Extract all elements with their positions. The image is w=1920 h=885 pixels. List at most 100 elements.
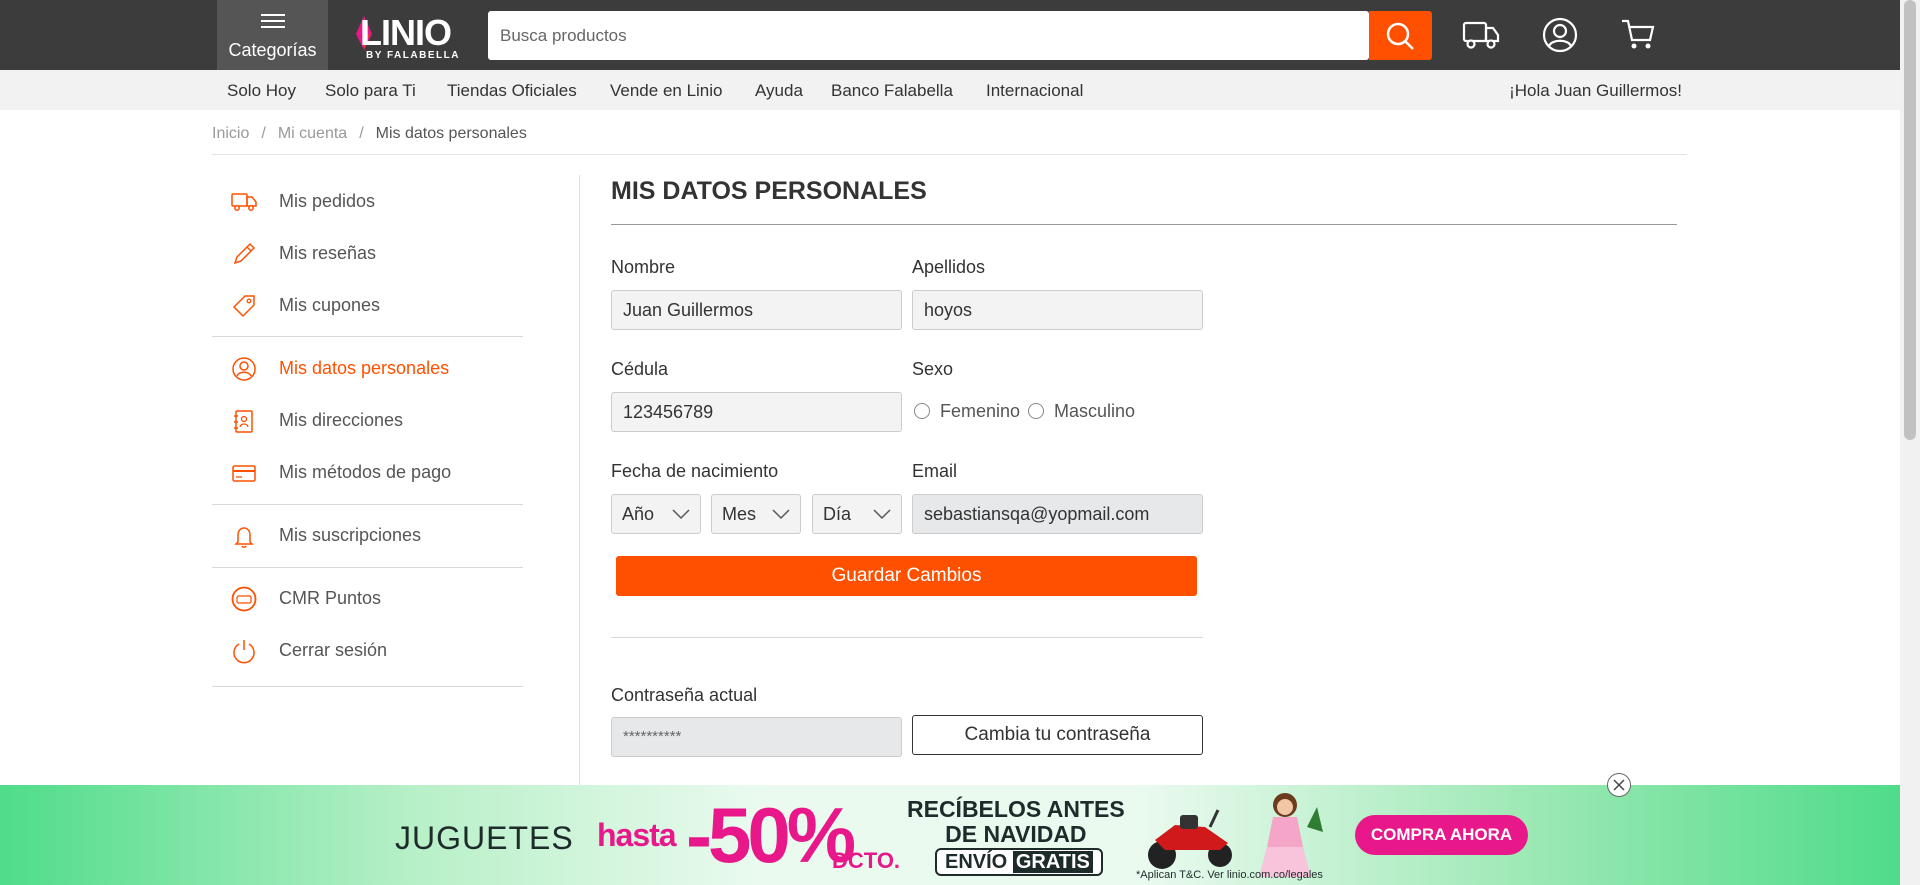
- banner-close-button[interactable]: [1607, 773, 1631, 797]
- nombre-field[interactable]: Juan Guillermos: [611, 290, 902, 330]
- cart-icon[interactable]: [1620, 16, 1656, 52]
- radio-femenino[interactable]: Femenino: [914, 401, 1020, 422]
- banner-percent: -50%: [686, 791, 856, 879]
- user-icon: [232, 357, 256, 381]
- sidebar-item-label: Mis suscripciones: [279, 525, 422, 545]
- radio-circle: [1028, 403, 1044, 419]
- sidebar-item-metodos-pago[interactable]: Mis métodos de pago: [230, 457, 530, 487]
- breadcrumb-separator: /: [359, 125, 364, 142]
- radio-femenino-label: Femenino: [940, 401, 1021, 421]
- banner-cta-button[interactable]: COMPRA AHORA: [1355, 815, 1528, 855]
- close-icon: [1613, 779, 1625, 791]
- nav-tiendas-oficiales[interactable]: Tiendas Oficiales: [447, 81, 577, 101]
- sidebar-item-cerrar-sesion[interactable]: Cerrar sesión: [230, 635, 530, 665]
- search-button[interactable]: [1369, 11, 1432, 60]
- password-label: Contraseña actual: [611, 685, 758, 705]
- sidebar-divider: [212, 686, 523, 687]
- page-title: MIS DATOS PERSONALES: [611, 177, 927, 205]
- cedula-label: Cédula: [611, 359, 669, 379]
- form-divider: [611, 637, 1203, 638]
- nav-ayuda[interactable]: Ayuda: [755, 81, 803, 101]
- search-input[interactable]: [488, 11, 1368, 60]
- day-select-value: Día: [823, 504, 852, 524]
- sidebar-item-suscripciones[interactable]: Mis suscripciones: [230, 520, 530, 550]
- month-select[interactable]: Mes: [711, 494, 801, 534]
- nav-banco-falabella[interactable]: Banco Falabella: [831, 81, 953, 101]
- sidebar-item-label: Mis cupones: [279, 295, 381, 315]
- sidebar-item-direcciones[interactable]: Mis direcciones: [230, 405, 530, 435]
- sidebar-item-cmr-puntos[interactable]: CMR Puntos: [230, 583, 530, 613]
- banner-dcto: DCTO.: [832, 848, 901, 873]
- sidebar-item-datos-personales[interactable]: Mis datos personales: [230, 353, 530, 383]
- cmr-icon: [231, 586, 257, 612]
- sidebar-divider: [212, 504, 523, 505]
- categories-label: Categorías: [228, 40, 317, 60]
- sidebar-item-pedidos[interactable]: Mis pedidos: [230, 186, 530, 216]
- nav-internacional[interactable]: Internacional: [986, 81, 1083, 101]
- email-label: Email: [912, 461, 958, 481]
- sidebar-item-label: Mis pedidos: [279, 191, 376, 211]
- breadcrumb-inicio[interactable]: Inicio: [212, 125, 249, 143]
- user-greeting[interactable]: ¡Hola Juan Guillermos!: [1509, 81, 1682, 101]
- pencil-icon: [233, 242, 256, 265]
- sidebar-item-resenas[interactable]: Mis reseñas: [230, 238, 530, 268]
- apellidos-label: Apellidos: [912, 257, 986, 277]
- banner-envio-gratis: ENVÍO GRATIS: [935, 848, 1103, 876]
- radio-masculino[interactable]: Masculino: [1028, 401, 1135, 422]
- nombre-label: Nombre: [611, 257, 676, 277]
- nav-bar: Solo Hoy Solo para Ti Tiendas Oficiales …: [0, 70, 1900, 110]
- banner-recibelos-line1: RECÍBELOS ANTES: [907, 796, 1125, 822]
- sidebar-item-label: Mis métodos de pago: [279, 462, 452, 482]
- categories-button[interactable]: Categorías: [217, 0, 328, 70]
- nav-solo-hoy[interactable]: Solo Hoy: [227, 81, 296, 101]
- breadcrumb-divider: [212, 154, 1687, 155]
- radio-masculino-label: Masculino: [1054, 401, 1136, 421]
- promo-banner[interactable]: JUGUETES hasta -50% DCTO. RECÍBELOS ANTE…: [0, 785, 1900, 885]
- sidebar-divider: [212, 567, 523, 568]
- banner-recibelos: RECÍBELOS ANTES DE NAVIDAD: [907, 797, 1125, 847]
- change-password-button[interactable]: Cambia tu contraseña: [912, 715, 1203, 755]
- address-book-icon: [234, 410, 253, 433]
- nav-vende-en-linio[interactable]: Vende en Linio: [610, 81, 723, 101]
- radio-circle: [914, 403, 930, 419]
- logo-subtext: BY FALABELLA: [366, 50, 460, 61]
- banner-recibelos-line2: DE NAVIDAD: [945, 821, 1087, 847]
- breadcrumb-separator: /: [261, 125, 266, 142]
- month-select-value: Mes: [722, 504, 757, 524]
- chevron-down-icon: [772, 509, 790, 520]
- search-icon: [1386, 22, 1414, 50]
- sidebar-item-cupones[interactable]: Mis cupones: [230, 290, 530, 320]
- cedula-field[interactable]: 123456789: [611, 392, 902, 432]
- apellidos-field[interactable]: hoyos: [912, 290, 1203, 330]
- breadcrumb: Inicio / Mi cuenta / Mis datos personales: [212, 125, 527, 143]
- sidebar-item-label: CMR Puntos: [279, 588, 382, 608]
- top-header: Categorías LINIO BY FALABELLA: [0, 0, 1900, 70]
- year-select[interactable]: Año: [611, 494, 701, 534]
- banner-hasta: hasta: [597, 817, 677, 853]
- logo-text: LINIO: [360, 12, 452, 53]
- sidebar-item-label: Mis direcciones: [279, 410, 404, 430]
- sidebar-item-label: Cerrar sesión: [279, 640, 388, 660]
- breadcrumb-mi-cuenta[interactable]: Mi cuenta: [278, 125, 347, 143]
- sidebar-divider: [212, 336, 523, 337]
- scrollbar-thumb[interactable]: [1904, 0, 1916, 440]
- chevron-down-icon: [873, 509, 891, 520]
- breadcrumb-current: Mis datos personales: [375, 125, 527, 142]
- content-divider: [579, 175, 580, 785]
- save-button[interactable]: Guardar Cambios: [616, 556, 1197, 596]
- password-field: **********: [611, 717, 902, 757]
- sexo-label: Sexo: [912, 359, 954, 379]
- credit-card-icon: [232, 465, 256, 482]
- sidebar-item-label: Mis reseñas: [279, 243, 377, 263]
- bell-icon: [234, 527, 254, 548]
- account-icon[interactable]: [1541, 16, 1579, 54]
- linio-logo[interactable]: LINIO BY FALABELLA: [352, 12, 472, 62]
- tag-icon: [232, 295, 255, 318]
- fecha-label: Fecha de nacimiento: [611, 461, 779, 481]
- truck-icon[interactable]: [1462, 16, 1500, 52]
- scrollbar[interactable]: [1900, 0, 1920, 885]
- power-icon: [233, 640, 255, 664]
- nav-solo-para-ti[interactable]: Solo para Ti: [325, 81, 416, 101]
- day-select[interactable]: Día: [812, 494, 902, 534]
- search-box: [488, 11, 1369, 60]
